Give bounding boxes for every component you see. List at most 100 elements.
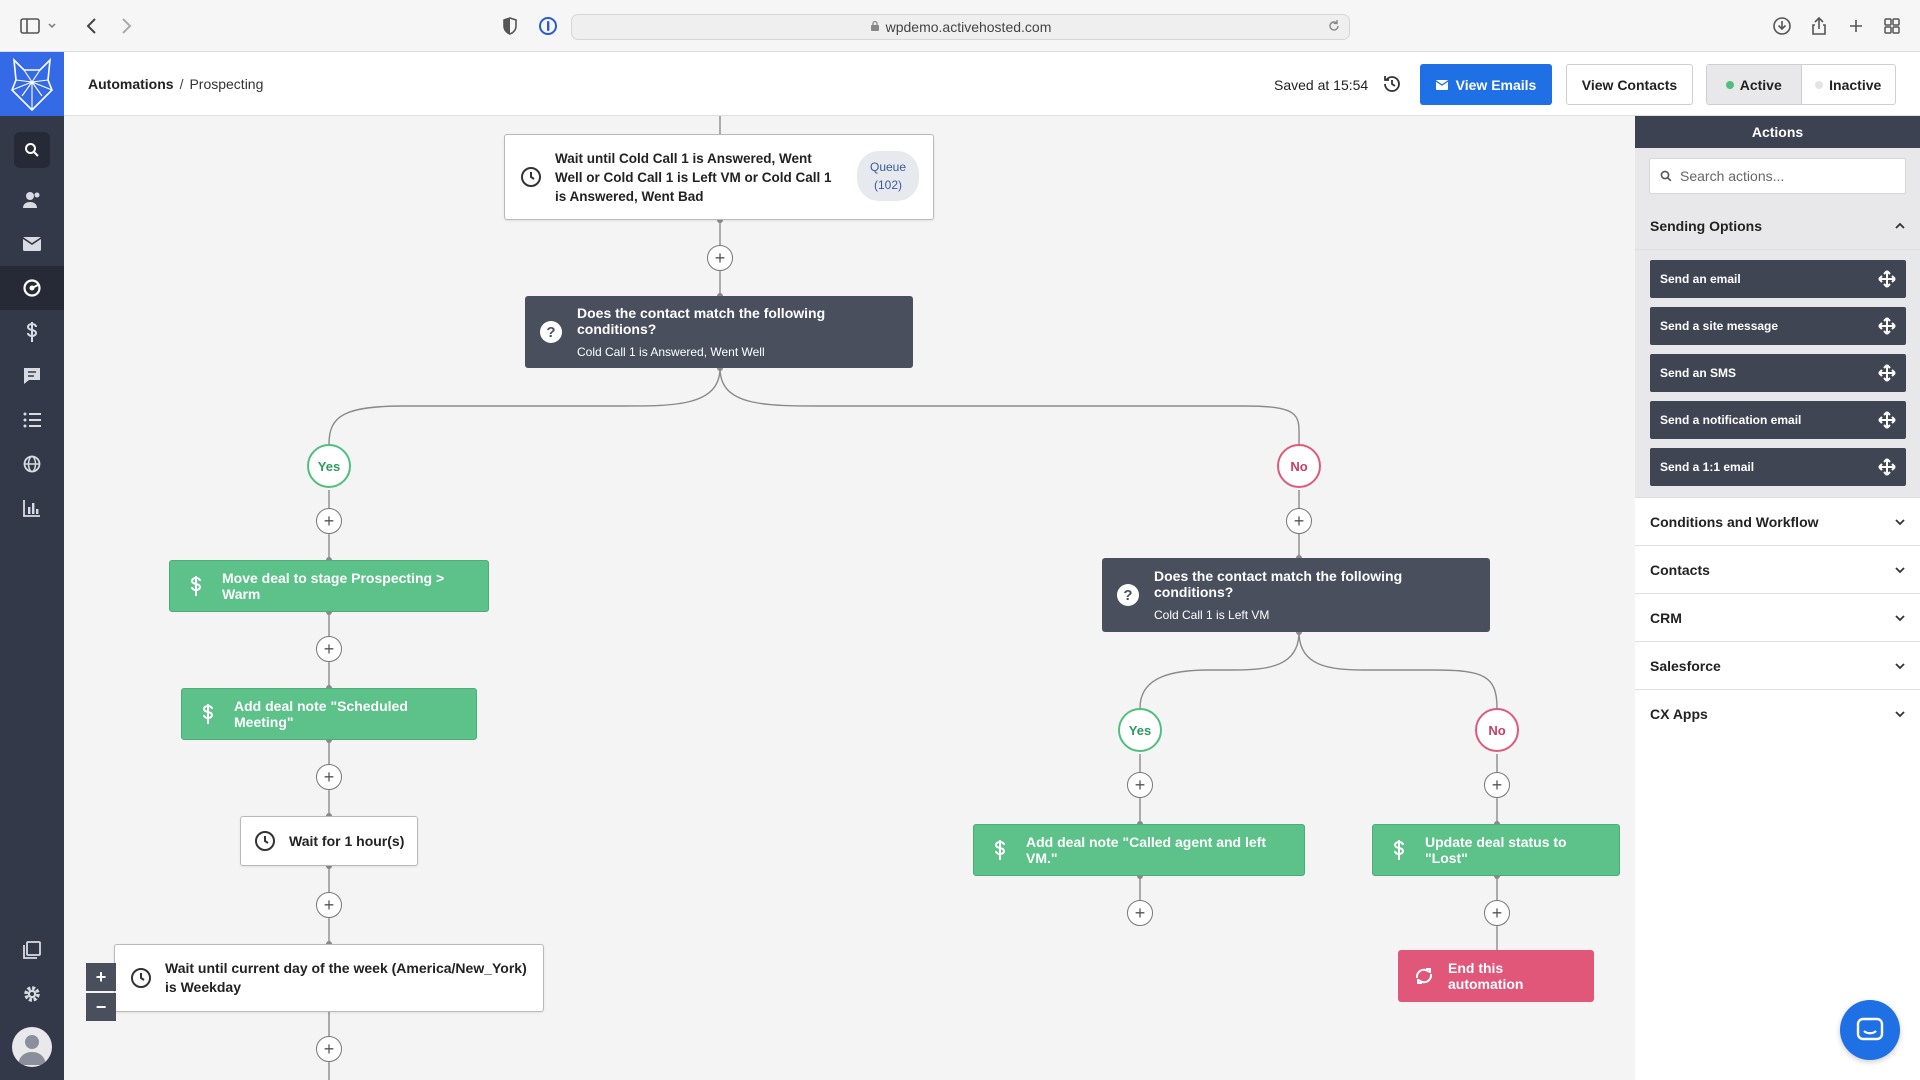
nav-campaigns[interactable] bbox=[0, 222, 64, 266]
zoom-in-button[interactable]: + bbox=[86, 963, 116, 991]
nav-website[interactable] bbox=[0, 442, 64, 486]
action-label: Send a site message bbox=[1660, 319, 1779, 333]
add-step-button[interactable]: + bbox=[1127, 772, 1153, 798]
add-step-button[interactable]: + bbox=[316, 892, 342, 918]
section-label: Contacts bbox=[1650, 561, 1710, 578]
active-toggle[interactable]: Active bbox=[1707, 65, 1801, 104]
add-step-button[interactable]: + bbox=[707, 245, 733, 271]
end-automation-node[interactable]: End this automation bbox=[1398, 950, 1594, 1002]
section-label: Salesforce bbox=[1650, 657, 1721, 674]
automation-canvas[interactable]: Wait until Cold Call 1 is Answered, Went… bbox=[64, 116, 1635, 1080]
wait-hour-node[interactable]: Wait for 1 hour(s) bbox=[240, 816, 418, 866]
sidebar-toggle-icon[interactable] bbox=[18, 14, 42, 38]
move-deal-node[interactable]: Move deal to stage Prospecting > Warm bbox=[169, 560, 489, 612]
nav-search[interactable] bbox=[0, 128, 64, 172]
nav-deals[interactable] bbox=[0, 310, 64, 354]
inactive-dot bbox=[1815, 80, 1824, 89]
action-send-site-message[interactable]: Send a site message bbox=[1650, 307, 1906, 345]
tab-overview-icon[interactable] bbox=[1880, 14, 1904, 38]
view-contacts-button[interactable]: View Contacts bbox=[1566, 64, 1693, 105]
actions-search-placeholder: Search actions... bbox=[1680, 168, 1785, 184]
wait-weekday-node[interactable]: Wait until current day of the week (Amer… bbox=[114, 944, 544, 1012]
drag-move-icon[interactable] bbox=[1878, 458, 1896, 476]
queue-badge[interactable]: Queue (102) bbox=[857, 151, 919, 201]
new-tab-icon[interactable] bbox=[1844, 14, 1868, 38]
chevron-down-icon bbox=[1895, 518, 1905, 525]
add-step-button[interactable]: + bbox=[316, 508, 342, 534]
action-send-sms[interactable]: Send an SMS bbox=[1650, 354, 1906, 392]
section-cx-apps[interactable]: CX Apps bbox=[1635, 690, 1920, 738]
breadcrumb-automations[interactable]: Automations bbox=[88, 76, 174, 92]
avatar[interactable] bbox=[12, 1027, 52, 1067]
back-icon[interactable] bbox=[80, 14, 104, 38]
end-automation-text: End this automation bbox=[1448, 960, 1524, 992]
password-manager-icon[interactable] bbox=[536, 14, 560, 38]
wait-until-node[interactable]: Wait until Cold Call 1 is Answered, Went… bbox=[504, 134, 934, 220]
drag-move-icon[interactable] bbox=[1878, 270, 1896, 288]
add-step-button[interactable]: + bbox=[1484, 900, 1510, 926]
action-label: Send a 1:1 email bbox=[1660, 460, 1755, 474]
add-deal-note-node[interactable]: Add deal note "Scheduled Meeting" bbox=[181, 688, 477, 740]
add-step-button[interactable]: + bbox=[316, 1036, 342, 1062]
condition-title: Does the contact match the following con… bbox=[1154, 568, 1403, 600]
add-deal-note-text: Add deal note "Called agent and left VM.… bbox=[1026, 834, 1266, 866]
gear-icon bbox=[24, 986, 40, 1002]
forward-icon[interactable] bbox=[114, 14, 138, 38]
no-branch-badge: No bbox=[1277, 444, 1321, 488]
chat-launcher[interactable] bbox=[1840, 1000, 1900, 1060]
action-send-one-to-one-email[interactable]: Send a 1:1 email bbox=[1650, 448, 1906, 486]
wait-hour-text: Wait for 1 hour(s) bbox=[289, 833, 405, 849]
action-send-notification-email[interactable]: Send a notification email bbox=[1650, 401, 1906, 439]
nav-conversations[interactable] bbox=[0, 354, 64, 398]
nav-lists[interactable] bbox=[0, 398, 64, 442]
chevron-up-icon bbox=[1895, 222, 1905, 229]
nav-automations[interactable] bbox=[0, 266, 64, 310]
question-icon: ? bbox=[539, 320, 563, 344]
update-deal-status-node[interactable]: Update deal status to "Lost" bbox=[1372, 824, 1620, 876]
condition-node[interactable]: ? Does the contact match the following c… bbox=[525, 296, 913, 368]
add-step-button[interactable]: + bbox=[1484, 772, 1510, 798]
shield-icon[interactable] bbox=[498, 14, 522, 38]
nav-apps[interactable] bbox=[0, 928, 64, 972]
add-deal-note-node[interactable]: Add deal note "Called agent and left VM.… bbox=[973, 824, 1305, 876]
chevron-down-icon bbox=[1895, 662, 1905, 669]
action-send-email[interactable]: Send an email bbox=[1650, 260, 1906, 298]
browser-toolbar: wpdemo.activehosted.com bbox=[0, 0, 1920, 52]
share-icon[interactable] bbox=[1807, 14, 1831, 38]
nav-reports[interactable] bbox=[0, 486, 64, 530]
add-step-button[interactable]: + bbox=[1286, 508, 1312, 534]
drag-move-icon[interactable] bbox=[1878, 364, 1896, 382]
chevron-down-icon bbox=[1895, 614, 1905, 621]
app-logo[interactable] bbox=[0, 52, 64, 116]
downloads-icon[interactable] bbox=[1770, 14, 1794, 38]
nav-contacts[interactable] bbox=[0, 178, 64, 222]
pages-icon bbox=[23, 941, 41, 959]
nav-settings[interactable] bbox=[0, 972, 64, 1016]
zoom-out-button[interactable]: − bbox=[86, 993, 116, 1021]
chevron-down-icon[interactable] bbox=[46, 14, 58, 38]
inactive-toggle[interactable]: Inactive bbox=[1800, 65, 1896, 104]
condition-node[interactable]: ? Does the contact match the following c… bbox=[1102, 558, 1490, 632]
breadcrumb-current: Prospecting bbox=[189, 76, 264, 92]
loop-icon bbox=[1412, 964, 1436, 988]
section-crm[interactable]: CRM bbox=[1635, 594, 1920, 642]
address-bar[interactable]: wpdemo.activehosted.com bbox=[571, 14, 1350, 40]
condition-subtitle: Cold Call 1 is Answered, Went Well bbox=[577, 345, 765, 359]
section-conditions-workflow[interactable]: Conditions and Workflow bbox=[1635, 498, 1920, 546]
queue-count: (102) bbox=[873, 178, 902, 192]
history-icon[interactable] bbox=[1382, 74, 1402, 97]
action-label: Send an email bbox=[1660, 272, 1741, 286]
svg-text:?: ? bbox=[546, 324, 555, 341]
add-step-button[interactable]: + bbox=[316, 636, 342, 662]
contacts-icon bbox=[23, 192, 40, 208]
section-sending-options[interactable]: Sending Options bbox=[1635, 202, 1920, 250]
view-emails-button[interactable]: View Emails bbox=[1420, 64, 1552, 105]
add-step-button[interactable]: + bbox=[1127, 900, 1153, 926]
reload-icon[interactable] bbox=[1327, 19, 1341, 36]
drag-move-icon[interactable] bbox=[1878, 411, 1896, 429]
drag-move-icon[interactable] bbox=[1878, 317, 1896, 335]
actions-search-input[interactable]: Search actions... bbox=[1649, 158, 1906, 194]
section-salesforce[interactable]: Salesforce bbox=[1635, 642, 1920, 690]
add-step-button[interactable]: + bbox=[316, 764, 342, 790]
section-contacts[interactable]: Contacts bbox=[1635, 546, 1920, 594]
